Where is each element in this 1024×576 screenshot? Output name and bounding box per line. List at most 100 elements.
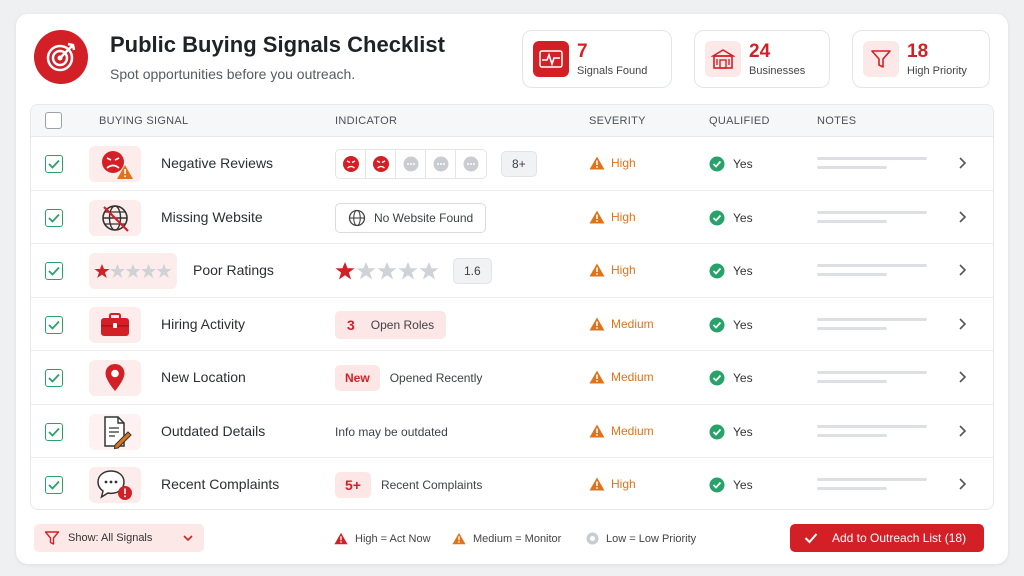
table-row[interactable]: Recent Complaints 5+ Recent Complaints H… [31, 458, 993, 509]
chevron-right-icon[interactable] [957, 208, 969, 231]
pulse-icon [533, 41, 569, 77]
stat-businesses: 24 Businesses [694, 30, 830, 88]
select-all-checkbox[interactable] [45, 112, 62, 129]
table-row[interactable]: Outdated Details Info may be outdated Me… [31, 405, 993, 458]
indicator-outdated-details: Info may be outdated [335, 417, 448, 447]
severity-high: High [589, 156, 636, 170]
table-row[interactable]: Missing Website No Website Found High Ye… [31, 191, 993, 244]
angry-face-icon [366, 150, 396, 178]
warning-icon [589, 156, 605, 170]
star-rating [335, 262, 439, 280]
check-icon [804, 533, 818, 544]
indicator-text: Open Roles [370, 317, 435, 332]
notes-placeholder [817, 264, 927, 282]
indicator-negative-reviews: 8+ [335, 149, 537, 179]
stat-value: 18 [907, 40, 929, 62]
check-circle-icon [709, 317, 725, 332]
indicator-missing-website: No Website Found [335, 202, 487, 233]
column-indicator: INDICATOR [335, 115, 398, 127]
row-checkbox[interactable] [45, 476, 63, 494]
qualified-yes: Yes [709, 210, 753, 226]
notes-placeholder [817, 157, 927, 175]
indicator-text: No Website Found [374, 210, 474, 225]
table-row[interactable]: Negative Reviews 8+ High Yes [31, 137, 993, 191]
signal-name: Poor Ratings [193, 262, 274, 278]
stat-value: 24 [749, 40, 771, 62]
row-checkbox[interactable] [45, 315, 63, 334]
chevron-right-icon[interactable] [957, 475, 969, 498]
map-pin-icon [89, 360, 141, 396]
chevron-right-icon[interactable] [957, 261, 969, 284]
table-header: BUYING SIGNAL INDICATOR SEVERITY QUALIFI… [31, 105, 993, 137]
indicator-text: Info may be outdated [335, 424, 448, 439]
chevron-right-icon[interactable] [957, 154, 969, 177]
indicator-poor-ratings: 1.6 [335, 256, 492, 286]
row-checkbox[interactable] [45, 155, 63, 173]
check-circle-icon [709, 477, 725, 493]
stat-label: Signals Found [577, 64, 648, 77]
angry-face-icon [336, 150, 366, 178]
comment-icon [426, 150, 456, 178]
stat-value: 7 [577, 40, 588, 62]
chevron-right-icon[interactable] [957, 368, 969, 391]
stat-label: Businesses [749, 64, 806, 77]
check-circle-icon [709, 156, 725, 172]
check-circle-icon [709, 424, 725, 439]
warning-icon [589, 210, 605, 223]
warning-icon [334, 532, 348, 545]
indicator-new-location: New Opened Recently [335, 363, 482, 393]
no-globe-icon [89, 199, 141, 236]
add-to-outreach-button[interactable]: Add to Outreach List (18) [790, 524, 984, 552]
page-title: Public Buying Signals Checklist [110, 32, 445, 57]
severity-medium: Medium [589, 317, 654, 331]
globe-icon [348, 209, 366, 226]
severity-high: High [589, 263, 636, 277]
severity-high: High [589, 477, 636, 491]
chevron-down-icon [183, 535, 193, 542]
signal-name: Recent Complaints [161, 476, 280, 492]
checklist-card: Public Buying Signals Checklist Spot opp… [16, 14, 1008, 564]
check-circle-icon [709, 263, 725, 279]
warning-icon [589, 370, 605, 384]
stat-signals-found: 7 Signals Found [522, 30, 672, 88]
qualified-yes: Yes [709, 370, 753, 386]
notes-placeholder [817, 210, 927, 229]
severity-high: High [589, 210, 636, 224]
chevron-right-icon[interactable] [957, 422, 969, 445]
target-icon [34, 30, 88, 84]
rating-value-badge: 1.6 [453, 258, 492, 284]
review-count-badge: 8+ [501, 151, 537, 177]
signal-name: Negative Reviews [161, 155, 274, 171]
signal-name: Missing Website [161, 208, 263, 225]
chevron-right-icon[interactable] [957, 315, 969, 338]
low-priority-dot-icon [586, 532, 599, 545]
severity-medium: Medium [589, 424, 654, 438]
severity-medium: Medium [589, 370, 654, 384]
row-checkbox[interactable] [45, 369, 63, 387]
table-row[interactable]: New Location New Opened Recently Medium … [31, 351, 993, 405]
briefcase-icon [89, 306, 141, 343]
complaints-count-badge: 5+ [335, 472, 371, 498]
row-checkbox[interactable] [45, 262, 63, 280]
signals-table: BUYING SIGNAL INDICATOR SEVERITY QUALIFI… [30, 104, 994, 510]
table-row[interactable]: Hiring Activity 3 Open Roles Medium Yes [31, 298, 993, 351]
row-checkbox[interactable] [45, 208, 63, 227]
qualified-yes: Yes [709, 317, 753, 333]
qualified-yes: Yes [709, 477, 753, 493]
filter-icon [863, 41, 899, 77]
filter-dropdown[interactable]: Show: All Signals [34, 524, 204, 552]
table-row[interactable]: Poor Ratings 1.6 High Yes [31, 244, 993, 298]
column-signal: BUYING SIGNAL [99, 115, 189, 127]
new-badge: New [335, 365, 380, 391]
indicator-recent-complaints: 5+ Recent Complaints [335, 470, 482, 500]
document-edit-icon [89, 413, 141, 450]
row-checkbox[interactable] [45, 422, 63, 441]
warning-icon [589, 477, 605, 491]
notes-placeholder [817, 317, 927, 336]
angry-face-warning-icon [89, 146, 141, 182]
comment-icon [456, 150, 486, 178]
check-circle-icon [709, 210, 725, 225]
column-qualified: QUALIFIED [709, 115, 770, 127]
storefront-icon [705, 41, 741, 77]
legend-low: Low = Low Priority [586, 532, 696, 545]
